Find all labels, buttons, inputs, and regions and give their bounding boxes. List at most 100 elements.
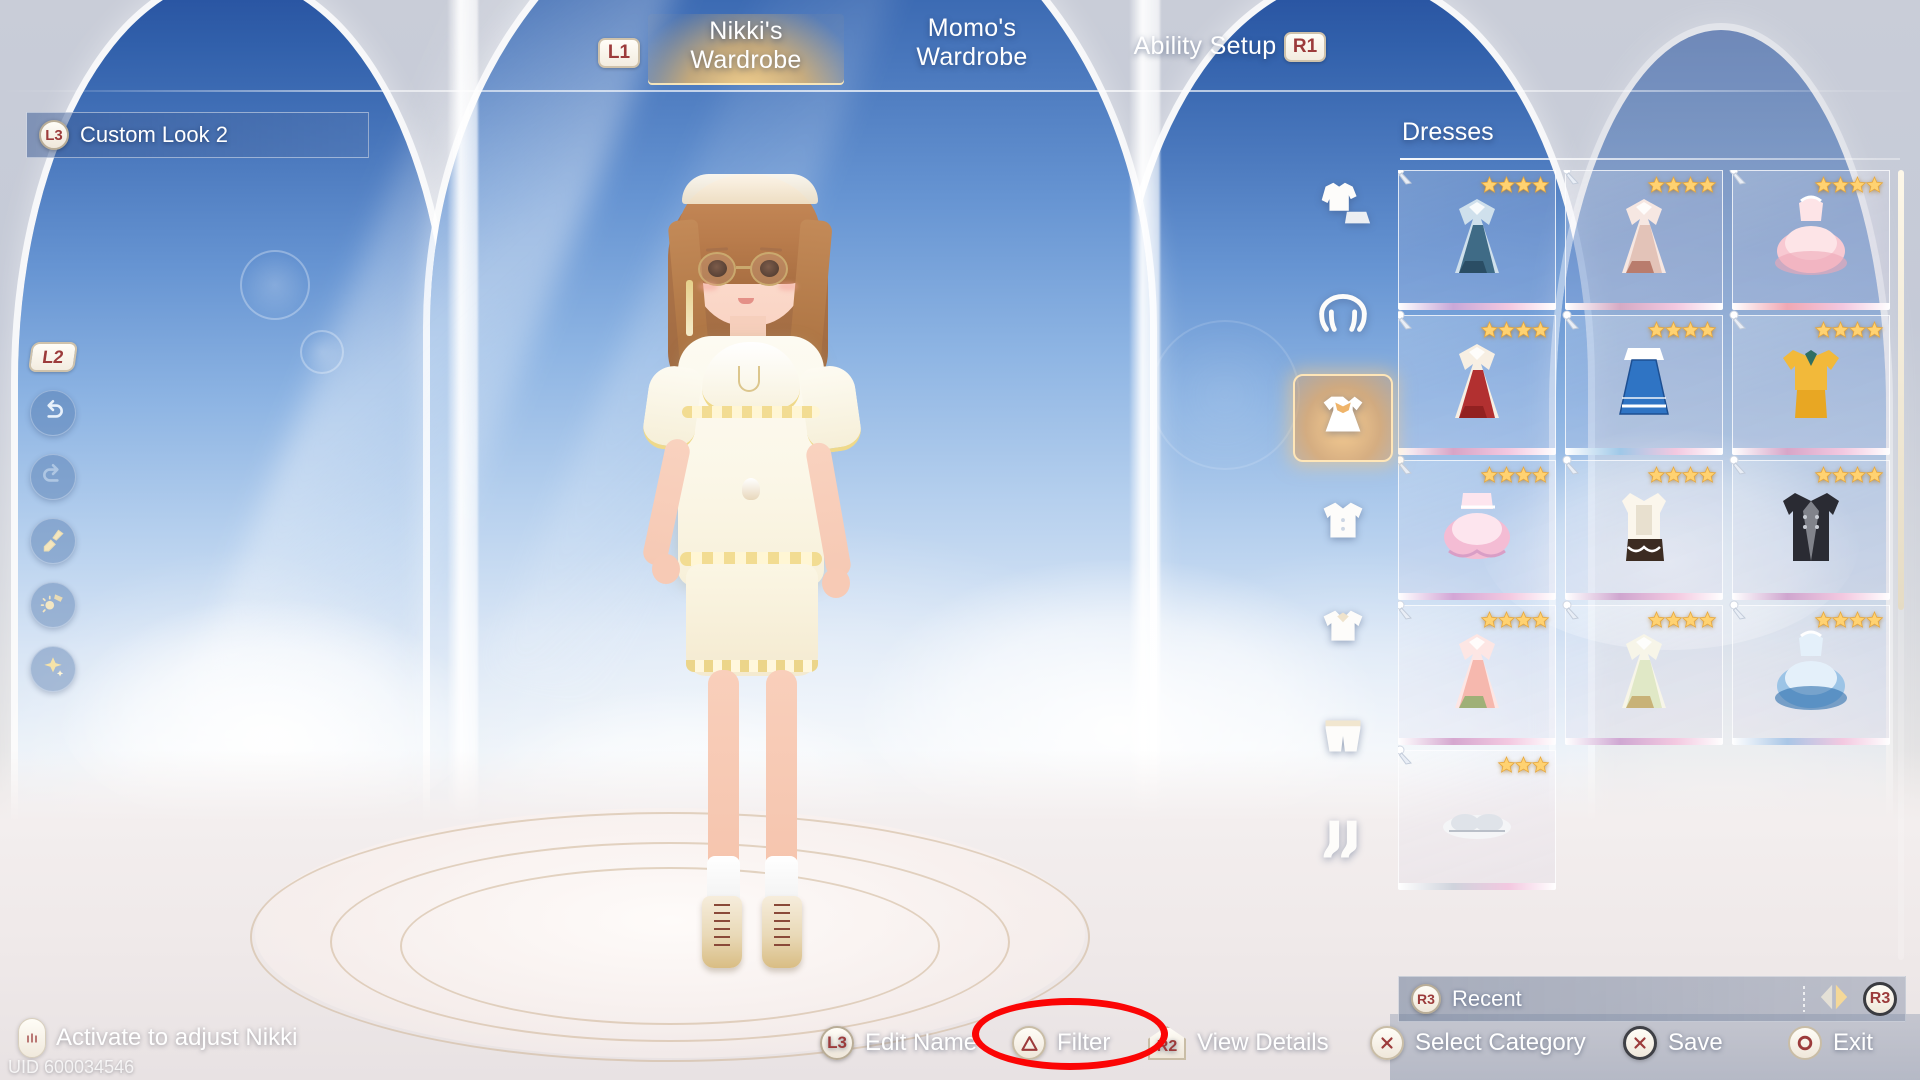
clear-brush-button[interactable]	[30, 518, 76, 564]
category-hair[interactable]	[1293, 268, 1393, 356]
tab-nikkis-wardrobe[interactable]: Nikki's Wardrobe	[648, 14, 844, 85]
bottom-action-bar: Activate to adjust Nikki UID 600034546 L…	[0, 1014, 1920, 1080]
pin-icon	[1562, 600, 1579, 620]
hint-view-details-label: View Details	[1197, 1029, 1329, 1056]
star-icon	[1698, 465, 1717, 483]
hair-icon	[1312, 279, 1374, 346]
wardrobe-panel: Dresses R3 Recent R3	[1398, 92, 1920, 1080]
hint-exit[interactable]: Exit	[1788, 1026, 1873, 1060]
pin-icon	[1560, 599, 1584, 623]
brush-icon	[40, 526, 66, 557]
custom-look-label: Custom Look 2	[80, 122, 228, 147]
redo-button[interactable]	[30, 454, 76, 500]
sparkle-icon	[40, 654, 66, 685]
wardrobe-item-card[interactable]	[1729, 310, 1890, 455]
wardrobe-item-card[interactable]	[1729, 600, 1890, 745]
rarity-stars	[1814, 610, 1884, 629]
hint-edit-name[interactable]: L3 Edit Name	[820, 1026, 977, 1060]
pin-icon	[1727, 454, 1751, 478]
wardrobe-item-card[interactable]	[1562, 600, 1723, 745]
cross-button-icon	[1623, 1026, 1657, 1060]
pin-icon	[1727, 599, 1751, 623]
rarity-stars	[1647, 320, 1717, 339]
button-l3-icon: L3	[39, 120, 69, 150]
bumper-l2[interactable]: L2	[27, 342, 79, 372]
stick-icon	[18, 1018, 46, 1058]
wardrobe-item-card[interactable]	[1729, 455, 1890, 600]
star-icon	[1698, 320, 1717, 338]
custom-look-bar[interactable]: L3 Custom Look 2	[26, 112, 369, 158]
pin-icon	[1398, 600, 1412, 620]
wardrobe-item-card[interactable]	[1398, 455, 1556, 600]
rarity-stars	[1647, 175, 1717, 194]
wardrobe-item-card[interactable]	[1562, 310, 1723, 455]
rarity-stars	[1814, 175, 1884, 194]
hint-exit-label: Exit	[1833, 1029, 1874, 1056]
star-icon	[1865, 175, 1884, 193]
bumper-l1[interactable]: L1	[598, 38, 640, 68]
category-rail	[1288, 162, 1398, 886]
top-icon	[1312, 597, 1374, 664]
star-icon	[1531, 610, 1550, 628]
coat-icon	[1312, 491, 1374, 558]
hint-filter[interactable]: Filter	[1012, 1026, 1110, 1060]
star-icon	[1865, 320, 1884, 338]
wardrobe-item-card[interactable]	[1398, 170, 1556, 310]
panel-scrollbar[interactable]	[1898, 170, 1904, 960]
hint-select-category[interactable]: Select Category	[1370, 1026, 1586, 1060]
hint-view-details[interactable]: R2 View Details	[1148, 1026, 1329, 1060]
category-coat[interactable]	[1293, 480, 1393, 568]
pin-icon	[1398, 170, 1417, 188]
pin-icon	[1398, 310, 1412, 330]
star-icon	[1531, 175, 1550, 193]
category-dresses[interactable]	[1293, 374, 1393, 462]
wardrobe-item-card[interactable]	[1398, 600, 1556, 745]
category-outfit-set[interactable]	[1293, 162, 1393, 250]
panel-divider	[1400, 158, 1900, 160]
card-rarity-strip	[1565, 738, 1723, 745]
effects-button[interactable]	[30, 646, 76, 692]
category-bottoms[interactable]	[1293, 692, 1393, 780]
wardrobe-item-card[interactable]	[1562, 455, 1723, 600]
hint-save[interactable]: Save	[1623, 1026, 1723, 1060]
hint-filter-label: Filter	[1057, 1029, 1111, 1056]
panel-scroll-thumb[interactable]	[1898, 170, 1904, 610]
pin-icon	[1398, 745, 1412, 765]
panel-title: Dresses	[1402, 118, 1494, 146]
pin-icon	[1560, 454, 1584, 478]
lighting-button[interactable]	[30, 582, 76, 628]
wardrobe-item-card[interactable]	[1562, 170, 1723, 310]
pin-icon	[1727, 309, 1751, 333]
undo-button[interactable]	[30, 390, 76, 436]
pin-icon	[1398, 599, 1417, 623]
star-icon	[1698, 610, 1717, 628]
card-rarity-strip	[1565, 593, 1723, 600]
category-socks[interactable]	[1293, 798, 1393, 886]
pin-icon	[1729, 600, 1746, 620]
redo-icon	[40, 462, 66, 493]
activate-nikki-hint[interactable]: Activate to adjust Nikki	[18, 1018, 297, 1058]
pin-icon	[1729, 170, 1746, 185]
sort-arrows-icon[interactable]	[1815, 981, 1853, 1018]
activate-hint-label: Activate to adjust Nikki	[56, 1024, 298, 1051]
rarity-stars	[1814, 465, 1884, 484]
character-nikki[interactable]	[590, 160, 920, 1020]
rarity-stars	[1480, 465, 1550, 484]
rarity-stars	[1814, 320, 1884, 339]
pin-icon	[1729, 455, 1746, 475]
pin-icon	[1560, 170, 1584, 188]
wardrobe-item-card[interactable]	[1398, 745, 1556, 890]
recent-divider	[1803, 986, 1805, 1012]
card-rarity-strip	[1398, 738, 1556, 745]
bottoms-icon	[1312, 703, 1374, 770]
category-top[interactable]	[1293, 586, 1393, 674]
tab-momos-wardrobe[interactable]: Momo's Wardrobe	[872, 14, 1072, 72]
undo-icon	[40, 398, 66, 429]
sort-button-r3[interactable]: R3	[1863, 982, 1897, 1016]
card-rarity-strip	[1398, 593, 1556, 600]
wardrobe-item-card[interactable]	[1398, 310, 1556, 455]
wardrobe-item-card[interactable]	[1729, 170, 1890, 310]
card-rarity-strip	[1398, 883, 1556, 890]
bumper-r1[interactable]: R1	[1284, 32, 1326, 62]
rarity-stars	[1647, 465, 1717, 484]
